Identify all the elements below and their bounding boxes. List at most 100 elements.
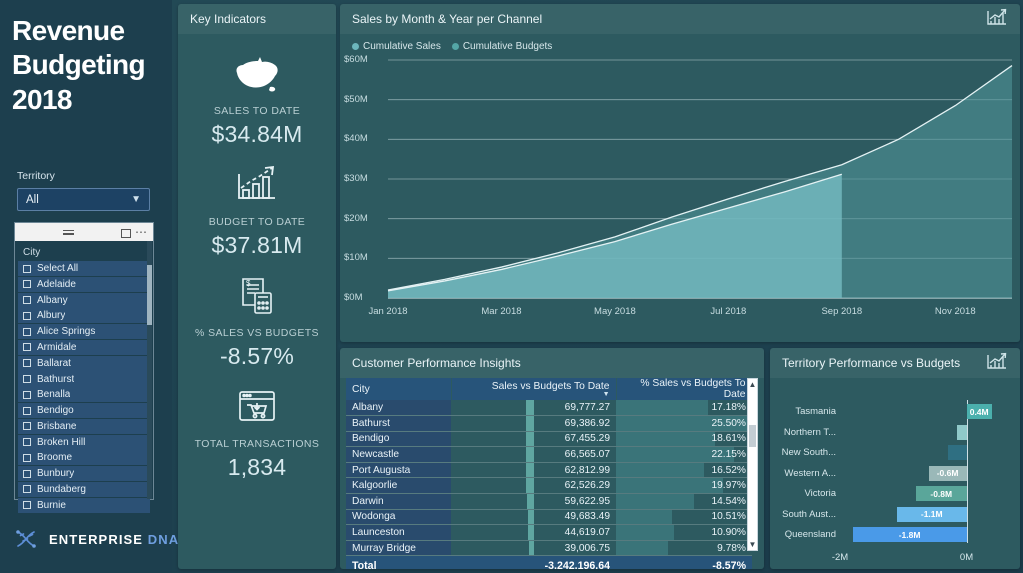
kpi-total-transactions[interactable]: TOTAL TRANSACTIONS 1,834 (178, 383, 336, 481)
kpi-budget-to-date[interactable]: BUDGET TO DATE $37.81M (178, 161, 336, 259)
y-axis-tick: $50M (344, 93, 368, 105)
city-slicer-item[interactable]: Benalla (18, 387, 150, 403)
city-slicer-item[interactable]: Bunbury (18, 466, 150, 482)
table-row[interactable]: Bathurst 69,386.92 25.50% (346, 415, 752, 432)
table-row[interactable]: Albany 69,777.27 17.18% (346, 400, 752, 417)
checkbox-icon[interactable] (23, 375, 31, 384)
city-slicer-item[interactable]: Alice Springs (18, 324, 150, 340)
territory-bar[interactable]: 0.4M (966, 404, 992, 419)
territory-bar[interactable] (947, 445, 967, 460)
table-body: Albany 69,777.27 17.18% Bathurst 69,386.92 25… (346, 400, 752, 557)
bar-chart-icon[interactable] (986, 352, 1008, 374)
territory-bar[interactable]: -0.6M (928, 465, 967, 481)
checkbox-icon[interactable] (23, 485, 31, 494)
table-header-row: City Sales vs Budgets To Date ▼ % Sales … (346, 378, 753, 400)
checkbox-icon[interactable] (23, 422, 31, 431)
territory-bar-label: -1.8M (898, 529, 921, 540)
checkbox-icon[interactable] (23, 311, 31, 320)
city-slicer-item[interactable]: Broken Hill (18, 434, 150, 450)
cell-city: Bathurst (346, 415, 451, 432)
scroll-up-arrow-icon[interactable]: ▲ (748, 380, 757, 389)
city-slicer-item[interactable]: Select All (18, 261, 150, 277)
kpi-label: TOTAL TRANSACTIONS (194, 438, 320, 450)
checkbox-icon[interactable] (23, 438, 31, 447)
checkbox-icon[interactable] (23, 453, 31, 462)
table-row[interactable]: Newcastle 66,565.07 22.15% (346, 446, 752, 463)
scroll-down-arrow-icon[interactable]: ▼ (748, 540, 757, 549)
checkbox-icon[interactable] (23, 501, 31, 510)
territory-plot: Tasmania 0.4M Northern T... New South... Wes… (770, 378, 1020, 569)
data-bar (526, 494, 534, 509)
svg-text:$: $ (246, 279, 251, 288)
city-slicer-item[interactable]: Brisbane (18, 418, 150, 434)
focus-mode-icon[interactable] (121, 228, 131, 238)
table-row[interactable]: Launceston 44,619.07 10.90% (346, 524, 752, 541)
cell-city: Albany (346, 400, 451, 417)
legend-item-cumulative-budgets[interactable]: Cumulative Budgets (451, 41, 552, 52)
filter-icon[interactable] (62, 226, 75, 239)
x-axis-tick: Jul 2018 (710, 306, 747, 317)
territory-bar[interactable]: -1.8M (852, 527, 967, 542)
cell-value: 17.18% (711, 402, 746, 414)
more-options-icon[interactable]: ⋯ (135, 226, 148, 238)
column-header-pct-sales-vs-budgets[interactable]: % Sales vs Budgets To Date (616, 378, 753, 400)
city-slicer-item[interactable]: Adelaide (18, 276, 150, 292)
table-row[interactable]: Wodonga 49,683.49 10.51% (346, 509, 752, 526)
city-slicer-scrollbar[interactable] (147, 241, 152, 499)
data-bar (527, 509, 534, 525)
checkbox-icon[interactable] (23, 264, 31, 273)
city-slicer-item[interactable]: Albany (18, 292, 150, 308)
table-row[interactable]: Kalgoorlie 62,526.29 19.97% (346, 477, 752, 495)
cell-sales-vs-budgets: 62,812.99 (451, 462, 616, 479)
city-slicer-item[interactable]: Bendigo (18, 403, 150, 419)
table-row[interactable]: Bendigo 67,455.29 18.61% (346, 431, 752, 448)
column-header-city[interactable]: City (346, 378, 452, 400)
city-slicer-item-label: Broome (37, 452, 73, 464)
checkbox-icon[interactable] (23, 296, 31, 305)
city-slicer-item[interactable]: Bundaberg (18, 481, 150, 498)
table-row[interactable]: Murray Bridge 39,006.75 9.78% (346, 540, 752, 557)
legend-swatch-icon (451, 43, 459, 50)
city-slicer-item-label: Albany (37, 294, 68, 306)
key-indicators-card: Key Indicators SALES TO DATE $34.84M BUD… (178, 4, 336, 569)
bar-chart-icon[interactable] (986, 8, 1008, 30)
cell-value: 16.52% (711, 464, 746, 476)
city-slicer-toolbar: ⋯ (15, 223, 153, 241)
city-slicer-item[interactable]: Burnie (18, 497, 150, 513)
kpi-sales-to-date[interactable]: SALES TO DATE $34.84M (178, 50, 336, 148)
territory-dropdown[interactable]: All ▼ (17, 188, 150, 211)
cell-pct-sales-vs-budgets: 16.52% (616, 462, 752, 479)
checkbox-icon[interactable] (23, 280, 31, 289)
checkbox-icon[interactable] (23, 390, 31, 399)
table-row[interactable]: Port Augusta 62,812.99 16.52% (346, 462, 752, 479)
city-slicer-scroll-thumb[interactable] (147, 265, 152, 325)
table-row[interactable]: Darwin 59,622.95 14.54% (346, 493, 752, 510)
legend-item-cumulative-sales[interactable]: Cumulative Sales (352, 41, 441, 52)
column-header-sales-vs-budgets[interactable]: Sales vs Budgets To Date ▼ (451, 378, 617, 400)
data-bar (525, 431, 534, 447)
city-slicer-item-label: Select All (37, 263, 79, 275)
city-slicer-item[interactable]: Armidale (18, 339, 150, 355)
table-scrollbar[interactable]: ▲ ▼ (747, 378, 758, 551)
cell-value: 49,683.49 (564, 511, 610, 523)
cell-value: 39,006.75 (564, 542, 610, 554)
checkbox-icon[interactable] (23, 359, 31, 368)
city-slicer-item[interactable]: Bathurst (18, 371, 150, 387)
customer-performance-table: City Sales vs Budgets To Date ▼ % Sales … (346, 378, 753, 569)
checkbox-icon[interactable] (23, 343, 31, 352)
cell-value: 22.15% (711, 449, 746, 461)
city-slicer-item[interactable]: Ballarat (18, 355, 150, 371)
cell-pct-sales-vs-budgets: 10.51% (616, 509, 752, 526)
city-slicer-item[interactable]: Albury (18, 308, 150, 324)
territory-bar[interactable]: -1.1M (896, 506, 967, 522)
cell-pct-sales-vs-budgets: 17.18% (616, 400, 752, 417)
territory-label: New South... (781, 447, 836, 458)
checkbox-icon[interactable] (23, 406, 31, 415)
kpi-sales-vs-budgets[interactable]: $ % SALES VS BUDGETS -8.57% (178, 272, 336, 370)
checkbox-icon[interactable] (23, 327, 31, 336)
territory-bar[interactable] (957, 424, 967, 440)
city-slicer-item[interactable]: Broome (18, 450, 150, 466)
checkbox-icon[interactable] (23, 469, 31, 478)
table-scroll-thumb[interactable] (749, 425, 756, 447)
territory-bar[interactable]: -0.8M (915, 486, 967, 501)
